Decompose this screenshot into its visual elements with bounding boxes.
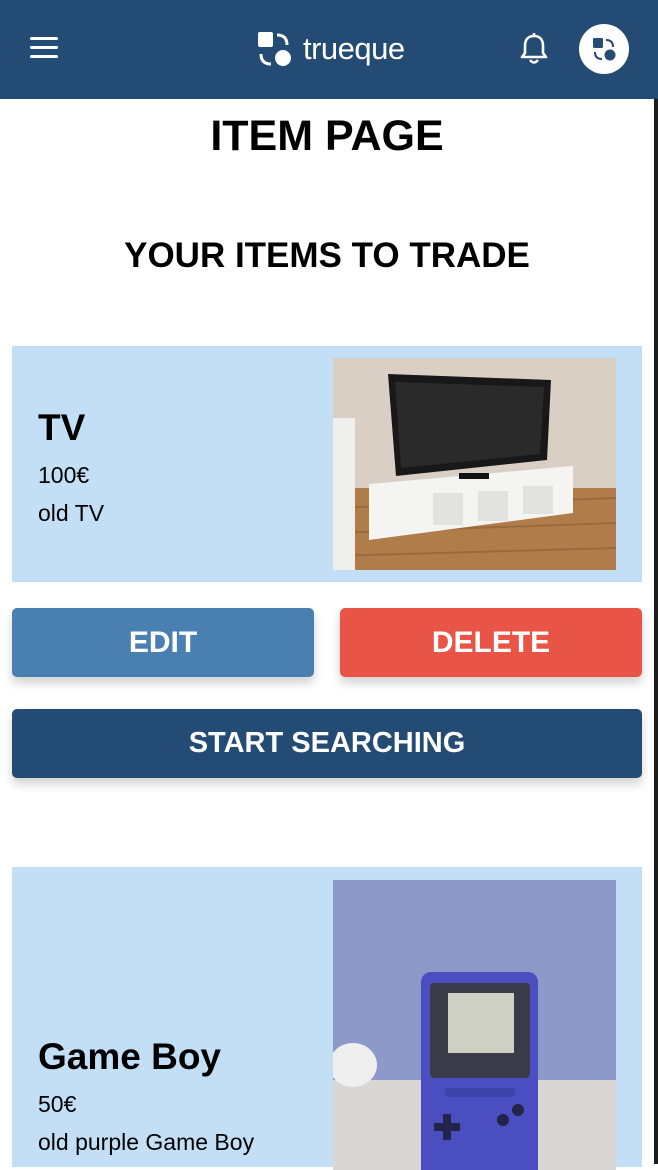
item-price: 100€ (38, 462, 90, 488)
item-description: old TV (38, 500, 105, 526)
app-logo[interactable]: trueque (255, 27, 405, 71)
item-card[interactable]: Game Boy 50€ old purple Game Boy (12, 867, 642, 1170)
item-name: TV (38, 407, 86, 448)
notifications-button[interactable] (515, 30, 553, 68)
user-avatar[interactable] (579, 24, 629, 74)
app-header: trueque (0, 0, 658, 99)
page-title: ITEM PAGE (210, 112, 444, 160)
logo-text: trueque (303, 31, 405, 66)
menu-button[interactable] (26, 30, 62, 66)
edit-button[interactable]: EDIT (12, 608, 314, 677)
trueque-logo-icon (258, 32, 291, 66)
trueque-logo-icon (593, 38, 616, 61)
section-title: YOUR ITEMS TO TRADE (124, 236, 530, 275)
item-photo (333, 358, 616, 570)
item-name: Game Boy (38, 1036, 222, 1077)
gameboy-photo (333, 880, 616, 1170)
item-card[interactable]: TV 100€ old TV (12, 346, 642, 582)
window-edge (654, 99, 658, 1164)
tv-photo (333, 358, 616, 570)
item-info: Game Boy 50€ old purple Game Boy (38, 1035, 254, 1161)
item-description: old purple Game Boy (38, 1129, 255, 1155)
item-price: 50€ (38, 1091, 77, 1117)
bell-icon (520, 33, 548, 64)
item-info: TV 100€ old TV (38, 406, 104, 532)
delete-button[interactable]: DELETE (340, 608, 642, 677)
item-photo (333, 880, 616, 1170)
start-searching-button[interactable]: START SEARCHING (12, 709, 642, 778)
